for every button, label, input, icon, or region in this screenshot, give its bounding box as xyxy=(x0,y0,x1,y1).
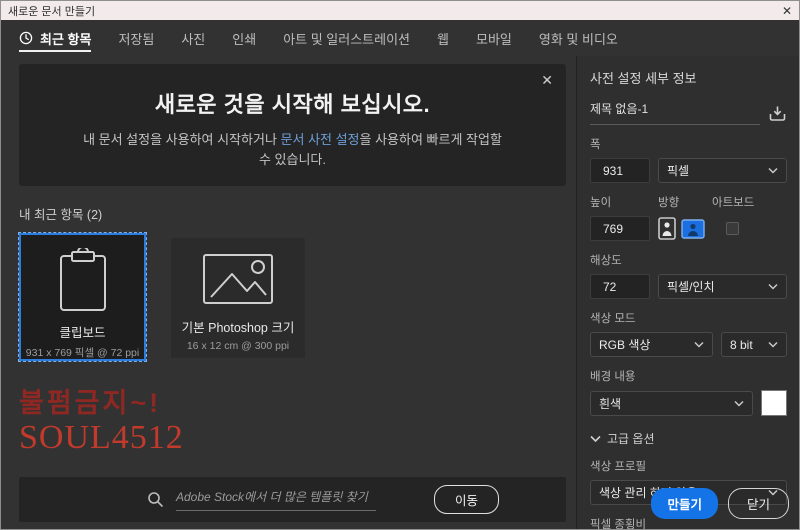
chevron-down-icon xyxy=(590,435,601,443)
window-title: 새로운 문서 만들기 xyxy=(8,5,96,18)
chevron-down-icon xyxy=(734,400,744,407)
tab-label: 최근 항목 xyxy=(40,31,92,47)
search-icon xyxy=(147,491,164,508)
watermark-line1: 불펌금지~! xyxy=(19,388,162,418)
background-select[interactable]: 흰색 xyxy=(590,390,753,416)
image-icon xyxy=(199,249,277,309)
recent-item-clipboard[interactable]: 클립보드 931 x 769 픽셀 @ 72 ppi xyxy=(18,232,147,362)
tab-label: 모바일 xyxy=(475,31,512,47)
tab-photo[interactable]: 사진 xyxy=(181,20,205,56)
color-mode-label: 색상 모드 xyxy=(590,313,636,325)
recent-item-name: 클립보드 xyxy=(59,326,106,340)
chevron-down-icon xyxy=(768,167,778,174)
recent-item-meta: 16 x 12 cm @ 300 ppi xyxy=(186,340,290,352)
bit-depth-select[interactable]: 8 bit xyxy=(721,332,787,357)
new-document-dialog: 새로운 문서 만들기 ✕ 최근 항목 저장됨 사진 인쇄 아트 및 일러스트레이… xyxy=(0,0,800,530)
tab-label: 저장됨 xyxy=(118,31,155,47)
width-unit-select[interactable]: 픽셀 xyxy=(658,158,787,183)
color-mode-value: RGB 색상 xyxy=(599,338,651,352)
resolution-unit-value: 픽셀/인치 xyxy=(667,280,715,294)
recent-items-header: 내 최근 항목 (2) xyxy=(19,208,103,222)
go-button[interactable]: 이동 xyxy=(434,485,500,514)
titlebar: 새로운 문서 만들기 ✕ xyxy=(1,1,799,20)
tab-art-illustration[interactable]: 아트 및 일러스트레이션 xyxy=(283,20,410,56)
recent-items-list: 클립보드 931 x 769 픽셀 @ 72 ppi 기본 Photoshop … xyxy=(18,232,566,362)
watermark: 불펌금지~! SOUL4512 xyxy=(19,389,566,456)
tab-label: 인쇄 xyxy=(232,31,257,47)
width-unit-value: 픽셀 xyxy=(667,164,690,178)
create-button[interactable]: 만들기 xyxy=(651,488,718,519)
tab-print[interactable]: 인쇄 xyxy=(232,20,256,56)
background-label: 배경 내용 xyxy=(590,371,636,383)
window-close-icon[interactable]: ✕ xyxy=(782,5,792,17)
recent-item-meta: 931 x 769 픽셀 @ 72 ppi xyxy=(25,347,140,359)
banner-close-icon[interactable]: ✕ xyxy=(541,72,553,89)
banner-description: 내 문서 설정을 사용하여 시작하거나 문서 사전 설정을 사용하여 빠르게 작… xyxy=(78,130,508,170)
orientation-landscape-icon[interactable] xyxy=(681,218,705,239)
tab-recent[interactable]: 최근 항목 xyxy=(19,20,92,56)
background-value: 흰색 xyxy=(599,396,622,411)
preset-details-panel: 사전 설정 세부 정보 제목 없음-1 폭 픽셀 높 xyxy=(576,56,799,529)
document-title-input[interactable]: 제목 없음-1 xyxy=(590,100,760,125)
width-input[interactable] xyxy=(590,158,650,183)
color-mode-select[interactable]: RGB 색상 xyxy=(590,332,713,357)
advanced-options-label: 고급 옵션 xyxy=(607,432,655,446)
close-button[interactable]: 닫기 xyxy=(727,488,789,519)
clock-icon xyxy=(19,31,33,45)
color-profile-label: 색상 프로필 xyxy=(590,461,647,473)
start-banner: ✕ 새로운 것을 시작해 보십시오. 내 문서 설정을 사용하여 시작하거나 문… xyxy=(19,64,566,186)
chevron-down-icon xyxy=(768,341,778,348)
watermark-line2: SOUL4512 xyxy=(19,419,184,457)
chevron-down-icon xyxy=(768,283,778,290)
resolution-unit-select[interactable]: 픽셀/인치 xyxy=(658,274,787,299)
tab-web[interactable]: 웹 xyxy=(437,20,449,56)
resolution-input[interactable] xyxy=(590,274,650,299)
tab-label: 영화 및 비디오 xyxy=(538,31,618,47)
tab-bar: 최근 항목 저장됨 사진 인쇄 아트 및 일러스트레이션 웹 모바일 영화 및 … xyxy=(1,20,799,56)
stock-search-input[interactable]: Adobe Stock에서 더 많은 템플릿 찾기 xyxy=(176,488,376,511)
clipboard-icon xyxy=(55,248,111,314)
main-area: ✕ 새로운 것을 시작해 보십시오. 내 문서 설정을 사용하여 시작하거나 문… xyxy=(1,56,576,529)
tab-label: 아트 및 일러스트레이션 xyxy=(283,31,411,47)
banner-desc-text: 내 문서 설정을 사용하여 시작하거나 xyxy=(83,132,281,147)
recent-item-default-size[interactable]: 기본 Photoshop 크기 16 x 12 cm @ 300 ppi xyxy=(171,238,305,358)
chevron-down-icon xyxy=(694,341,704,348)
resolution-label: 해상도 xyxy=(590,255,622,267)
orientation-label: 방향 xyxy=(658,197,680,209)
document-presets-link[interactable]: 문서 사전 설정 xyxy=(281,132,360,147)
recent-item-name: 기본 Photoshop 크기 xyxy=(181,321,295,335)
tab-label: 사진 xyxy=(181,31,206,47)
bit-depth-value: 8 bit xyxy=(730,337,753,352)
artboard-label: 아트보드 xyxy=(712,197,755,209)
tab-saved[interactable]: 저장됨 xyxy=(118,20,154,56)
save-preset-icon[interactable] xyxy=(768,104,787,125)
preset-details-header: 사전 설정 세부 정보 xyxy=(590,71,697,86)
stock-search-bar: Adobe Stock에서 더 많은 템플릿 찾기 이동 xyxy=(19,477,566,522)
background-color-swatch[interactable] xyxy=(761,390,787,416)
height-input[interactable] xyxy=(590,216,650,241)
height-label: 높이 xyxy=(590,197,612,209)
tab-film-video[interactable]: 영화 및 비디오 xyxy=(539,20,618,56)
tab-label: 웹 xyxy=(437,31,449,47)
orientation-portrait-icon[interactable] xyxy=(658,217,676,240)
tab-mobile[interactable]: 모바일 xyxy=(476,20,512,56)
artboard-checkbox[interactable] xyxy=(726,222,739,235)
advanced-options-toggle[interactable]: 고급 옵션 xyxy=(590,430,787,447)
width-label: 폭 xyxy=(590,139,601,151)
banner-title: 새로운 것을 시작해 보십시오. xyxy=(154,92,431,117)
